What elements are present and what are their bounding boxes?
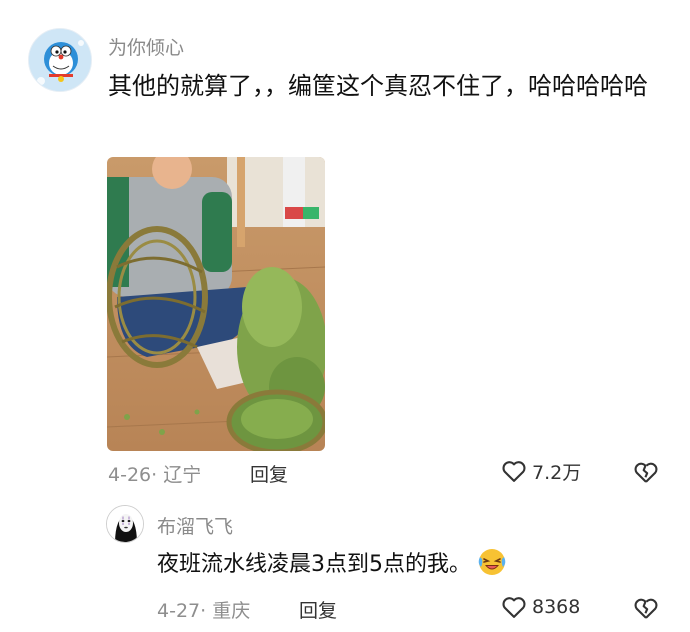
like-button[interactable]: 7.2万 [500,457,581,485]
reply-text: 夜班流水线凌晨3点到5点的我。 [157,552,471,577]
reply-dislike-button[interactable] [632,594,660,622]
reply-like-button[interactable]: 8368 [500,593,580,621]
reply-reply-button[interactable]: 回复 [299,596,337,623]
child-weaving-basket-photo-icon [107,157,325,451]
comment-username[interactable]: 为你倾心 [108,33,184,60]
doraemon-avatar-icon [29,29,91,91]
dislike-button[interactable] [632,458,660,486]
reply-user-avatar[interactable] [106,505,144,543]
comment-date-location: 4-26· 辽宁 [108,464,202,486]
comment-text: 其他的就算了，，编筐这个真忍不住了，哈哈哈哈哈 [108,72,648,100]
no-face-avatar-icon [107,506,143,542]
broken-heart-icon [634,462,658,483]
reply-button[interactable]: 回复 [250,460,288,487]
reply-username[interactable]: 布溜飞飞 [157,512,233,539]
heart-icon [502,597,526,618]
reply-date-location: 4-27· 重庆 [157,600,251,622]
heart-icon [502,461,526,482]
broken-heart-icon [634,598,658,619]
reply-text-line: 夜班流水线凌晨3点到5点的我。 [157,547,507,583]
like-count: 7.2万 [532,461,582,484]
laughing-crying-emoji-icon [477,547,507,577]
user-avatar[interactable] [28,28,92,92]
reply-like-count: 8368 [532,596,581,618]
comment-photo[interactable] [107,157,325,451]
